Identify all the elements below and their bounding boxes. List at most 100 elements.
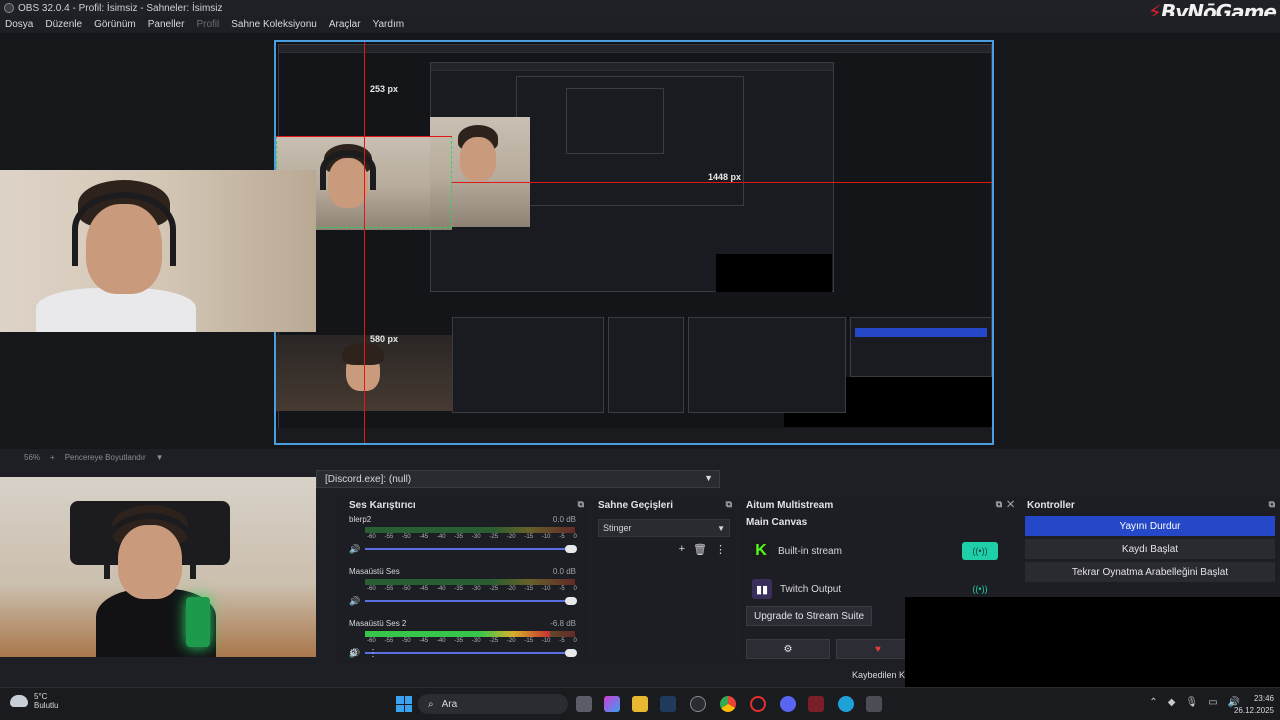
trash-icon[interactable]: 🗑: [693, 543, 707, 556]
slider-knob[interactable]: [565, 649, 577, 657]
chrome-icon[interactable]: [720, 696, 736, 712]
undock-icon[interactable]: ⧉: [726, 499, 732, 510]
cam-face-2: [460, 137, 496, 181]
cam-main-shirt: [36, 288, 196, 332]
meter-tick: 0: [573, 638, 577, 644]
meter-tick: -15: [524, 638, 534, 644]
menu-araclar[interactable]: Araçlar: [329, 19, 361, 30]
twitch-logo-icon: ▮▮: [752, 579, 772, 599]
menu-sahne-koleksiyonu[interactable]: Sahne Koleksiyonu: [231, 19, 317, 30]
copilot-icon[interactable]: [604, 696, 620, 712]
meter-tick: -60: [367, 638, 376, 644]
cam-bottom-headphones: [104, 513, 196, 579]
tray-arrow-icon[interactable]: ⌃: [1149, 697, 1157, 708]
canvas-preview[interactable]: 253 px 1448 px 580 px: [274, 40, 994, 445]
file-explorer-icon[interactable]: [632, 696, 648, 712]
chevron-down-icon[interactable]: ▼: [156, 453, 164, 462]
slider-knob[interactable]: [565, 545, 577, 553]
audio-mixer-dock: Ses Karıştırıcı ⧉ blerp2 0.0 dB -60 -55 -50-…: [343, 497, 588, 663]
weather-desc: Bulutlu: [34, 701, 59, 710]
volume-meter: [365, 527, 575, 533]
gear-icon[interactable]: ⚙: [349, 648, 358, 659]
menu-dosya[interactable]: Dosya: [5, 19, 33, 30]
transitions-dock: Sahne Geçişleri ⧉ Stinger ▼ + 🗑 ⋮: [592, 497, 736, 663]
meter-tick: -5: [559, 586, 565, 592]
stream-toggle-button[interactable]: ((•)): [962, 580, 998, 598]
zoom-in-button[interactable]: +: [50, 453, 55, 462]
volume-icon[interactable]: 🔊: [349, 596, 360, 607]
volume-slider[interactable]: [365, 597, 577, 605]
transition-buttons: + 🗑 ⋮: [592, 537, 736, 562]
valorant-icon[interactable]: [808, 696, 824, 712]
guide-top-edge: [276, 136, 452, 137]
channel-name: Masaüstü Ses: [349, 567, 400, 576]
undock-icon[interactable]: ⧉: [578, 499, 584, 510]
meter-tick: -45: [419, 586, 429, 592]
fit-to-window-label[interactable]: Pencereye Boyutlandır: [65, 453, 146, 462]
start-tile: [396, 704, 404, 712]
task-view-icon[interactable]: [576, 696, 592, 712]
tray-app-icon[interactable]: ◆: [1168, 697, 1176, 708]
more-icon[interactable]: ⋮: [715, 543, 726, 556]
mixer-channel-list: blerp2 0.0 dB -60 -55 -50 -45 -40 -35 -30 -25 -20-…: [343, 513, 588, 669]
audio-mixer-header: Ses Karıştırıcı ⧉: [343, 497, 588, 513]
system-tray: ⌃ ◆ 🎙 ▭ 🔊: [1149, 697, 1240, 708]
meter-tick: -50: [401, 638, 411, 644]
obs-window: OBS 32.0.4 - Profil: İsimsiz - Sahneler:…: [0, 0, 1280, 720]
menu-paneller[interactable]: Paneller: [148, 19, 185, 30]
meter-tick: -45: [419, 638, 429, 644]
meter-tick: -55: [384, 534, 394, 540]
dropped-frames-status: Kaybedilen K: [852, 670, 906, 680]
microphone-icon[interactable]: 🎙: [1185, 697, 1198, 708]
meter-tick: 0: [573, 534, 577, 540]
windows-start-icon[interactable]: [396, 696, 412, 712]
discord-icon[interactable]: [780, 696, 796, 712]
window-title: OBS 32.0.4 - Profil: İsimsiz - Sahneler:…: [18, 2, 223, 14]
menu-duzenle[interactable]: Düzenle: [45, 19, 82, 30]
volume-slider[interactable]: [365, 545, 577, 553]
menu-bar: Dosya Düzenle Görünüm Paneller Profil Sa…: [0, 16, 1280, 32]
menu-gorunum[interactable]: Görünüm: [94, 19, 136, 30]
channel-db: 0.0 dB: [552, 515, 576, 524]
nested-aitum: [688, 317, 846, 413]
menu-yardim[interactable]: Yardım: [373, 19, 405, 30]
opera-icon[interactable]: [750, 696, 766, 712]
weather-widget[interactable]: 5°C Bulutlu: [10, 692, 58, 710]
source-selector[interactable]: [Discord.exe]: (null) ▼: [316, 470, 720, 488]
zoom-level[interactable]: 56%: [24, 453, 40, 462]
mixer-channel: Masaüstü Ses 2 -6.8 dB -60 -55 -50 -45 -40 -35-…: [343, 617, 588, 669]
meter-tick: 0: [573, 586, 577, 592]
start-replay-buffer-button[interactable]: Tekrar Oynatma Arabelleğini Başlat: [1025, 562, 1275, 582]
meter-tick: -40: [436, 586, 446, 592]
upgrade-button[interactable]: Upgrade to Stream Suite: [746, 606, 872, 626]
slider-knob[interactable]: [565, 597, 577, 605]
volume-slider[interactable]: [365, 649, 577, 657]
more-icon[interactable]: ⋮: [368, 648, 378, 659]
steam-icon[interactable]: [660, 696, 676, 712]
start-recording-button[interactable]: Kaydı Başlat: [1025, 539, 1275, 559]
stop-streaming-button[interactable]: Yayını Durdur: [1025, 516, 1275, 536]
menu-profil[interactable]: Profil: [196, 19, 219, 30]
close-icon[interactable]: ⧉ ✕: [996, 499, 1014, 510]
add-icon[interactable]: +: [679, 543, 685, 556]
taskbar-search-label: Ara: [441, 698, 458, 710]
undock-icon[interactable]: ⧉: [1269, 499, 1275, 510]
meter-scale: [365, 527, 575, 533]
edge-icon[interactable]: [838, 696, 854, 712]
transition-select[interactable]: Stinger ▼: [598, 519, 730, 537]
volume-meter: [365, 631, 575, 637]
cam-main-headphones: [72, 192, 176, 266]
recursive-preview-4: [566, 88, 664, 154]
meter-tick: -5: [559, 638, 565, 644]
gear-icon[interactable]: ⚙: [746, 639, 830, 659]
taskbar-clock[interactable]: 23:46 26.12.2025: [1234, 693, 1274, 717]
app-icon[interactable]: [866, 696, 882, 712]
zoom-row: 56% + Pencereye Boyutlandır ▼: [0, 450, 1280, 464]
network-icon[interactable]: ▭: [1208, 697, 1217, 708]
stream-toggle-button[interactable]: ((•)): [962, 542, 998, 560]
meter-tick: -30: [471, 638, 481, 644]
taskbar-search[interactable]: ⌕ Ara: [418, 694, 568, 714]
obs-taskbar-icon[interactable]: [690, 696, 706, 712]
volume-icon[interactable]: 🔊: [349, 544, 360, 555]
meter-tick: -55: [384, 638, 394, 644]
